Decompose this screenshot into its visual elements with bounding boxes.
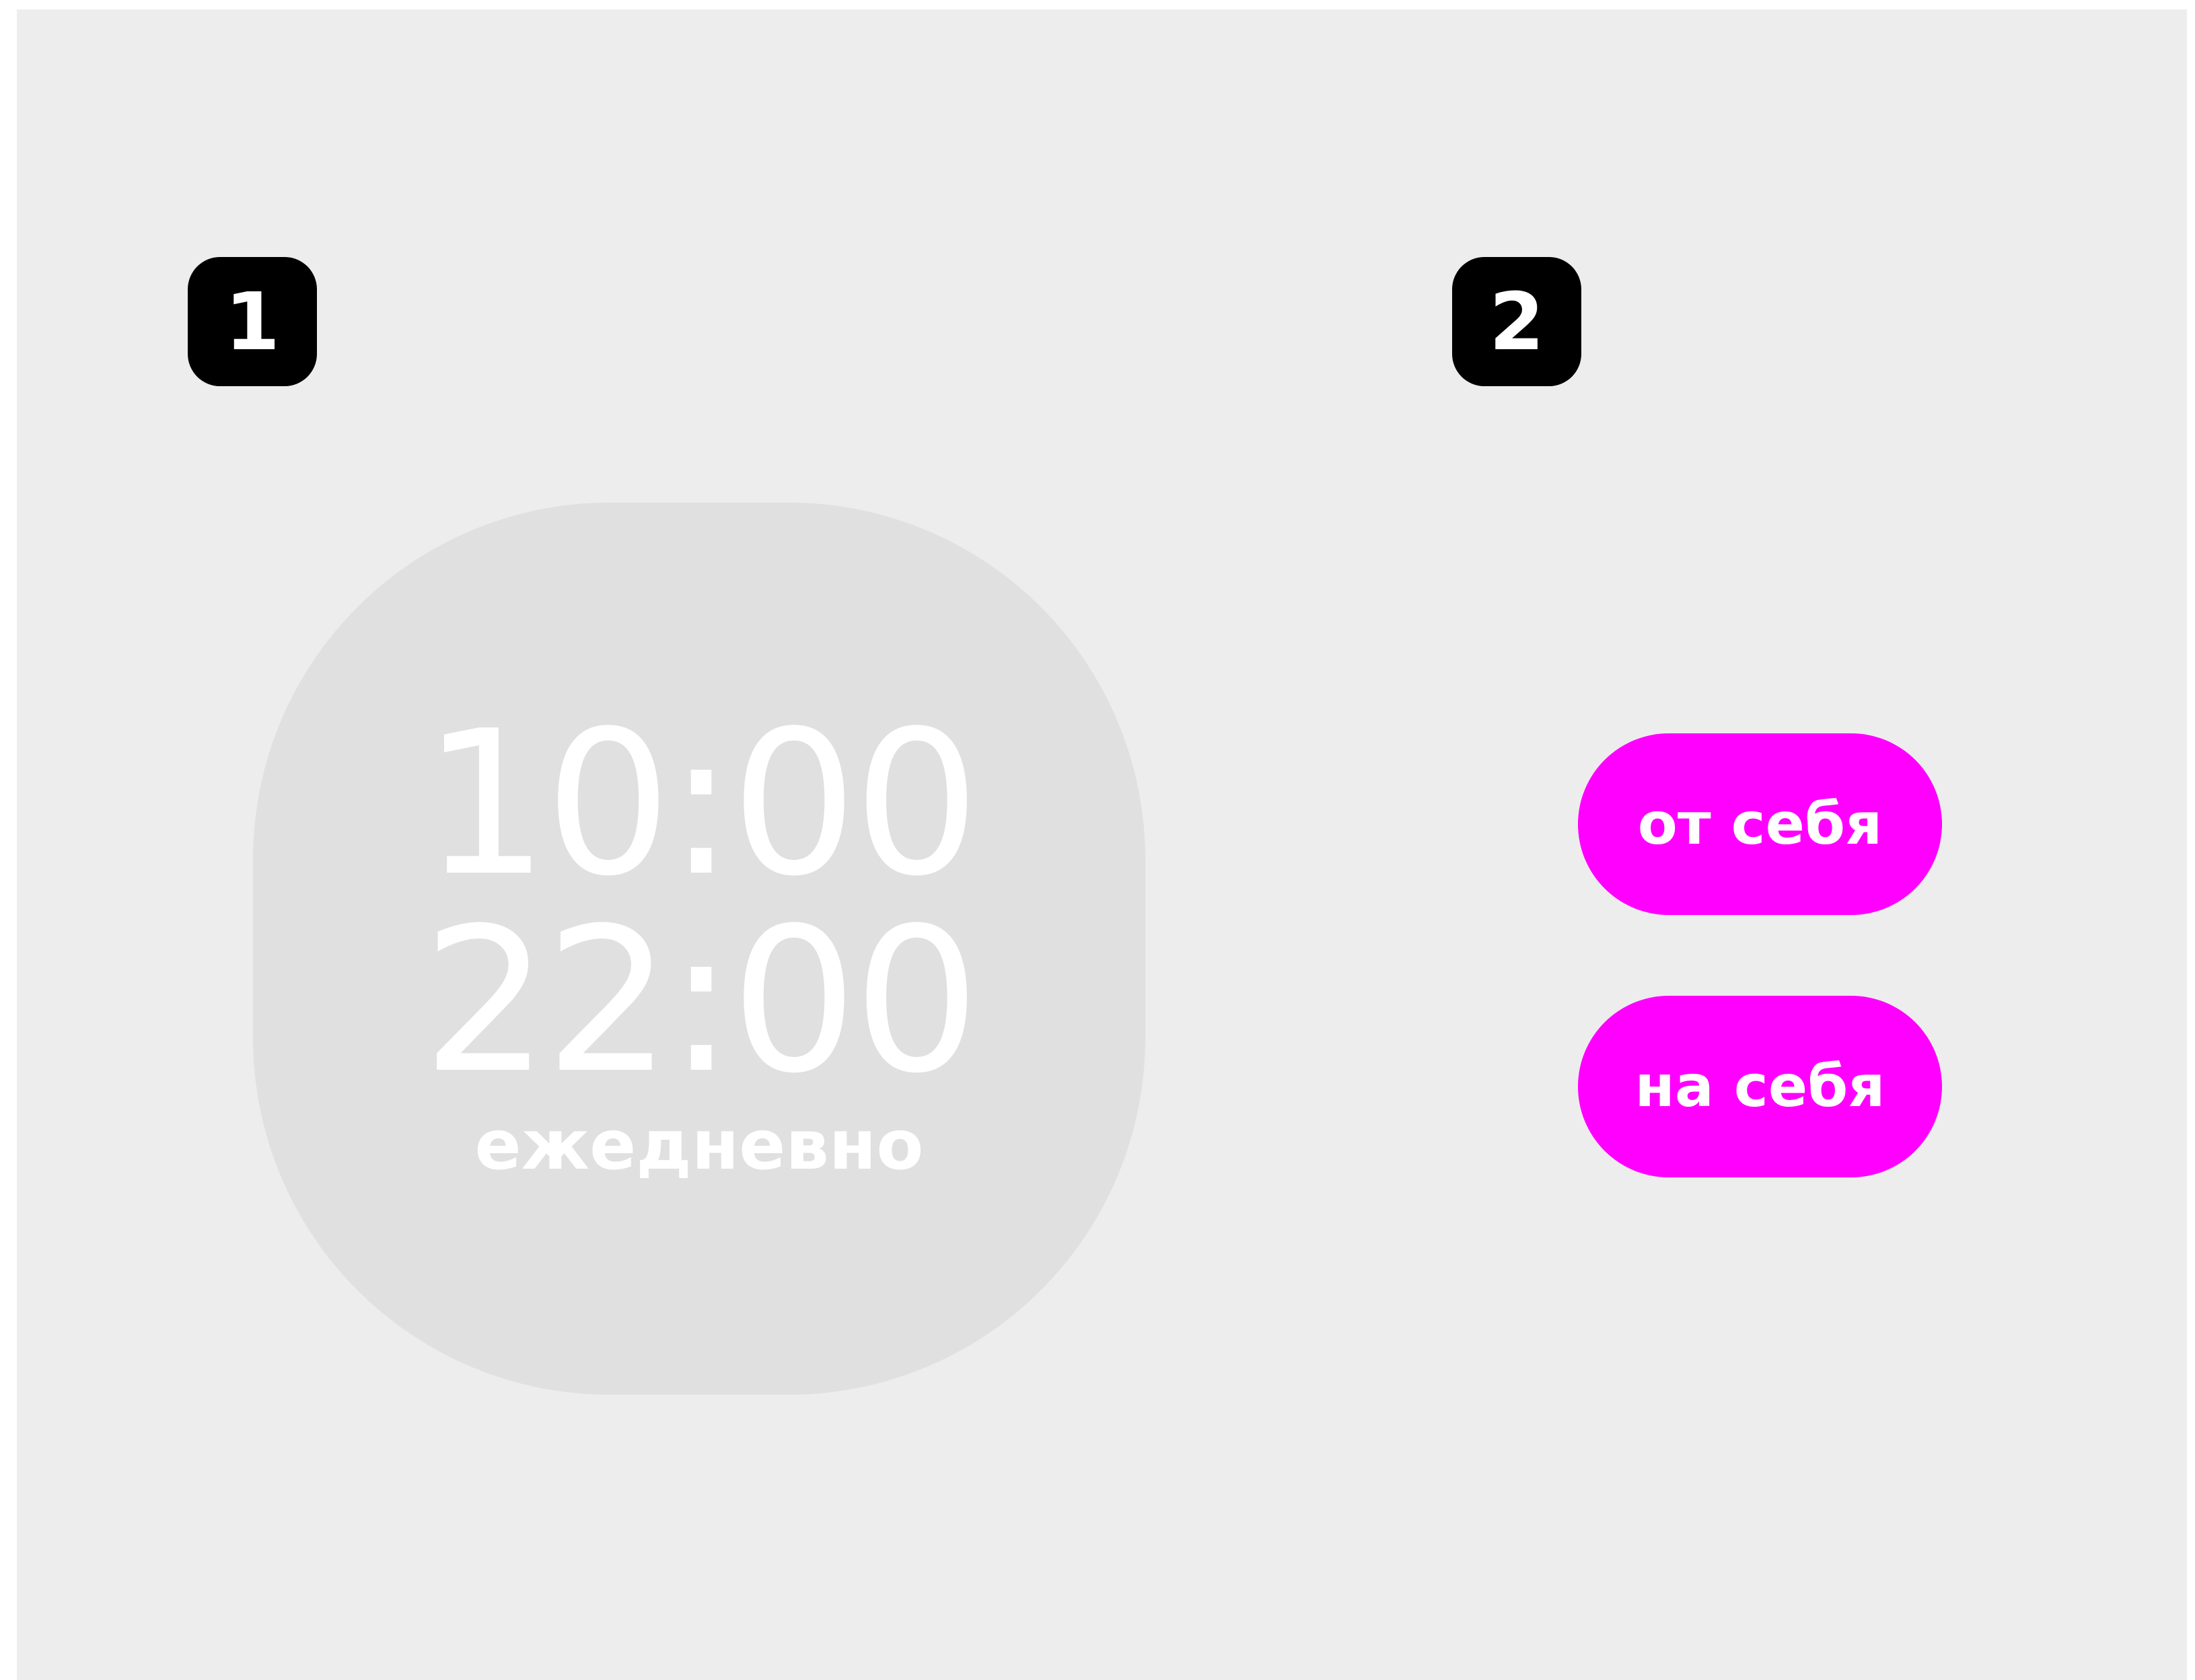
closing-time: 22:00 bbox=[422, 885, 980, 1117]
step-badge-1-label: 1 bbox=[224, 275, 281, 368]
step-badge-1: 1 bbox=[188, 257, 317, 386]
step-badge-2-label: 2 bbox=[1488, 275, 1545, 368]
pull-button[interactable]: от себя bbox=[1578, 733, 1942, 915]
push-button[interactable]: на себя bbox=[1578, 996, 1942, 1177]
step-badge-2: 2 bbox=[1452, 257, 1581, 386]
schedule-card: 10:00 22:00 ежедневно bbox=[253, 503, 1145, 1395]
schedule-frequency: ежедневно bbox=[474, 1105, 924, 1185]
opening-time: 10:00 bbox=[422, 688, 980, 920]
